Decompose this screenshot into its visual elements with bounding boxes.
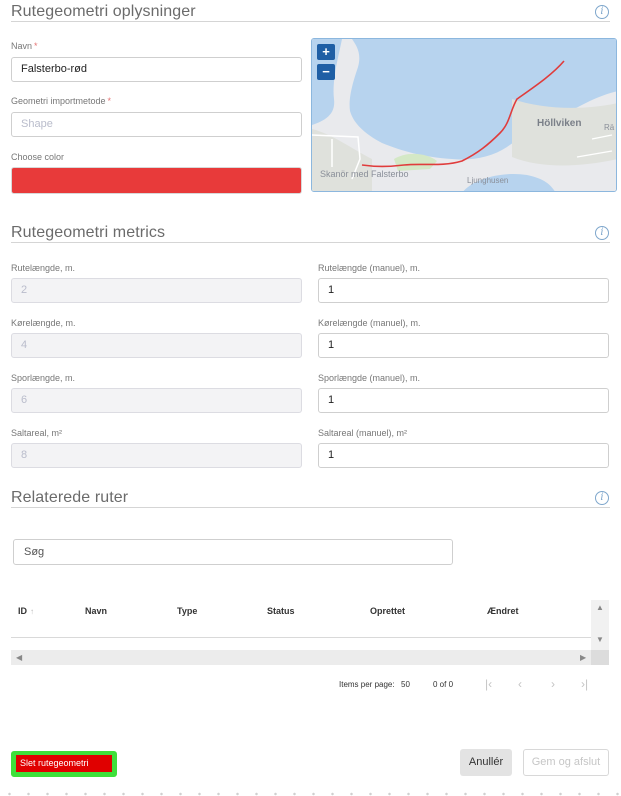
choose-color-label: Choose color: [11, 152, 65, 162]
section-title-info: Rutegeometri oplysninger: [11, 3, 196, 20]
section-divider: [11, 21, 610, 22]
scrollbar-corner: [591, 650, 609, 665]
first-page-icon[interactable]: |‹: [485, 677, 492, 691]
column-header-type[interactable]: Type: [177, 606, 197, 616]
salt-area-manual-label: Saltareal (manuel), m²: [318, 428, 408, 438]
scroll-up-icon[interactable]: ▲: [596, 603, 604, 612]
next-page-icon[interactable]: ›: [551, 677, 555, 691]
info-icon[interactable]: i: [595, 491, 609, 505]
items-per-page-label: Items per page:: [339, 680, 395, 689]
map-label-ra: Rä: [604, 123, 615, 132]
items-per-page-select[interactable]: 50: [401, 680, 410, 689]
vertical-scrollbar[interactable]: ▲ ▼: [591, 600, 609, 650]
cancel-button[interactable]: Anullér: [460, 749, 512, 776]
bottom-edge-dots: [0, 792, 621, 796]
drive-length-manual-label: Kørelængde (manuel), m.: [318, 318, 421, 328]
column-header-status[interactable]: Status: [267, 606, 295, 616]
map-town-area: [512, 99, 616, 166]
drive-length-label: Kørelængde, m.: [11, 318, 76, 328]
route-length-input: 2: [11, 278, 302, 303]
save-and-close-button[interactable]: Gem og afslut: [523, 749, 609, 776]
table-header-divider: [11, 637, 591, 638]
route-map[interactable]: + − Höllviken Skanör med Falsterbo Ljung…: [311, 38, 617, 192]
salt-area-input: 8: [11, 443, 302, 468]
info-icon[interactable]: i: [595, 226, 609, 240]
column-header-name[interactable]: Navn: [85, 606, 107, 616]
track-length-manual-label: Sporlængde (manuel), m.: [318, 373, 421, 383]
scroll-right-icon[interactable]: ▶: [580, 653, 586, 662]
column-header-modified[interactable]: Ændret: [487, 606, 519, 616]
scroll-left-icon[interactable]: ◀: [16, 653, 22, 662]
map-label-skanor: Skanör med Falsterbo: [320, 169, 409, 179]
drive-length-input: 4: [11, 333, 302, 358]
scroll-down-icon[interactable]: ▼: [596, 635, 604, 644]
drive-length-manual-input[interactable]: 1: [318, 333, 609, 358]
zoom-in-button[interactable]: +: [317, 44, 335, 60]
track-length-label: Sporlængde, m.: [11, 373, 76, 383]
route-length-manual-label: Rutelængde (manuel), m.: [318, 263, 421, 273]
route-length-manual-input[interactable]: 1: [318, 278, 609, 303]
map-label-hollviken: Höllviken: [537, 118, 582, 129]
last-page-icon[interactable]: ›|: [581, 677, 588, 691]
section-title-metrics: Rutegeometri metrics: [11, 224, 166, 241]
sort-arrow-icon[interactable]: ↑: [30, 607, 34, 616]
salt-area-manual-input[interactable]: 1: [318, 443, 609, 468]
info-icon[interactable]: i: [595, 5, 609, 19]
horizontal-scrollbar[interactable]: ◀ ▶: [11, 650, 591, 665]
section-divider: [11, 507, 610, 508]
section-title-related: Relaterede ruter: [11, 489, 129, 506]
route-length-label: Rutelængde, m.: [11, 263, 76, 273]
search-input[interactable]: Søg: [13, 539, 453, 565]
track-length-input: 6: [11, 388, 302, 413]
import-method-label: Geometri importmetode *: [11, 96, 112, 106]
page-range: 0 of 0: [433, 680, 454, 689]
zoom-out-button[interactable]: −: [317, 64, 335, 80]
salt-area-label: Saltareal, m²: [11, 428, 63, 438]
color-picker[interactable]: [11, 167, 302, 194]
section-divider: [11, 242, 610, 243]
delete-route-geometry-button[interactable]: Slet rutegeometri: [16, 755, 112, 772]
map-label-ljunghusen: Ljunghusen: [467, 176, 509, 185]
track-length-manual-input[interactable]: 1: [318, 388, 609, 413]
column-header-created[interactable]: Oprettet: [370, 606, 405, 616]
column-header-id[interactable]: ID ↑: [18, 606, 34, 616]
import-method-input[interactable]: Shape: [11, 112, 302, 137]
previous-page-icon[interactable]: ‹: [518, 677, 522, 691]
name-label: Navn *: [11, 41, 38, 51]
name-input[interactable]: Falsterbo-rød: [11, 57, 302, 82]
